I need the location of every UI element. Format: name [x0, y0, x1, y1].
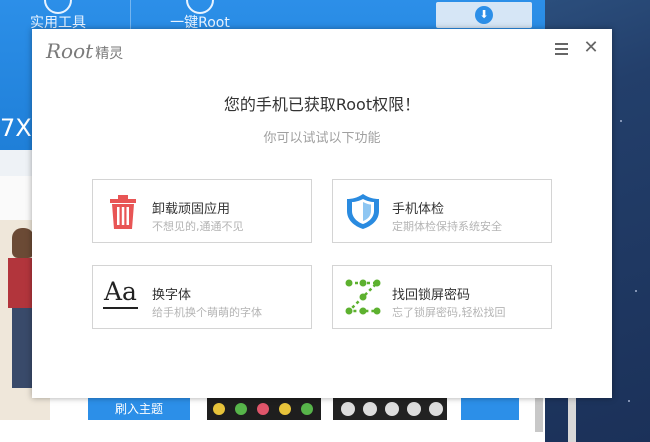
shield-icon	[343, 191, 383, 231]
dialog-title: 您的手机已获取Root权限！	[223, 95, 421, 114]
change-font-card[interactable]: Aa 换字体 给手机换个萌萌的字体	[92, 265, 312, 329]
card-title: 找回锁屏密码	[392, 288, 471, 303]
download-button[interactable]: ⬇	[436, 2, 532, 28]
close-icon[interactable]: ✕	[583, 39, 599, 57]
cat-icon	[407, 402, 421, 416]
root-success-dialog: Root 精灵 ✕ 您的手机已获取Root权限！ 你可以试试以下功能 卸载顽固应…	[32, 29, 612, 398]
theme-thumbnail[interactable]	[461, 398, 519, 420]
apply-theme-button[interactable]: 刷入主题	[88, 398, 190, 420]
thumbnail-art	[12, 228, 34, 258]
logo-cn-text: 精灵	[95, 46, 124, 62]
emoji-icon	[279, 403, 291, 415]
star	[620, 120, 622, 122]
pattern-lock-icon	[343, 277, 383, 317]
star	[635, 290, 637, 292]
download-arrow-icon: ⬇	[475, 6, 493, 24]
card-description: 不想见的,通通不见	[152, 220, 244, 233]
card-description: 定期体检保持系统安全	[392, 220, 502, 233]
emoji-icon	[213, 403, 225, 415]
thumbnail-art	[12, 308, 34, 388]
font-icon: Aa	[103, 277, 143, 317]
emoji-icon	[235, 403, 247, 415]
cat-theme-thumbnail[interactable]	[333, 398, 447, 420]
font-icon-glyph: Aa	[103, 277, 138, 309]
uninstall-apps-card[interactable]: 卸载顽固应用 不想见的,通通不见	[92, 179, 312, 243]
cat-icon	[363, 402, 377, 416]
logo-root-text: Root	[46, 39, 94, 63]
emoji-theme-thumbnail[interactable]	[207, 398, 321, 420]
scrollbar[interactable]	[535, 398, 543, 432]
card-title: 手机体检	[392, 202, 445, 217]
dialog-subtitle: 你可以试试以下功能	[263, 131, 381, 146]
scrollbar[interactable]	[568, 394, 576, 442]
trash-icon	[103, 191, 143, 231]
hamburger-menu-icon[interactable]	[554, 41, 570, 57]
card-title: 卸载顽固应用	[152, 202, 231, 217]
cat-icon	[385, 402, 399, 416]
phone-checkup-card[interactable]: 手机体检 定期体检保持系统安全	[332, 179, 552, 243]
star	[628, 400, 630, 402]
app-logo: Root 精灵	[46, 39, 123, 63]
card-description: 给手机换个萌萌的字体	[152, 306, 262, 319]
card-description: 忘了锁屏密码,轻松找回	[392, 306, 506, 319]
emoji-icon	[301, 403, 313, 415]
card-title: 换字体	[152, 288, 192, 303]
cat-icon	[429, 402, 443, 416]
emoji-icon	[257, 403, 269, 415]
recover-lock-password-card[interactable]: 找回锁屏密码 忘了锁屏密码,轻松找回	[332, 265, 552, 329]
cat-icon	[341, 402, 355, 416]
device-model-text: 7X	[0, 114, 32, 142]
